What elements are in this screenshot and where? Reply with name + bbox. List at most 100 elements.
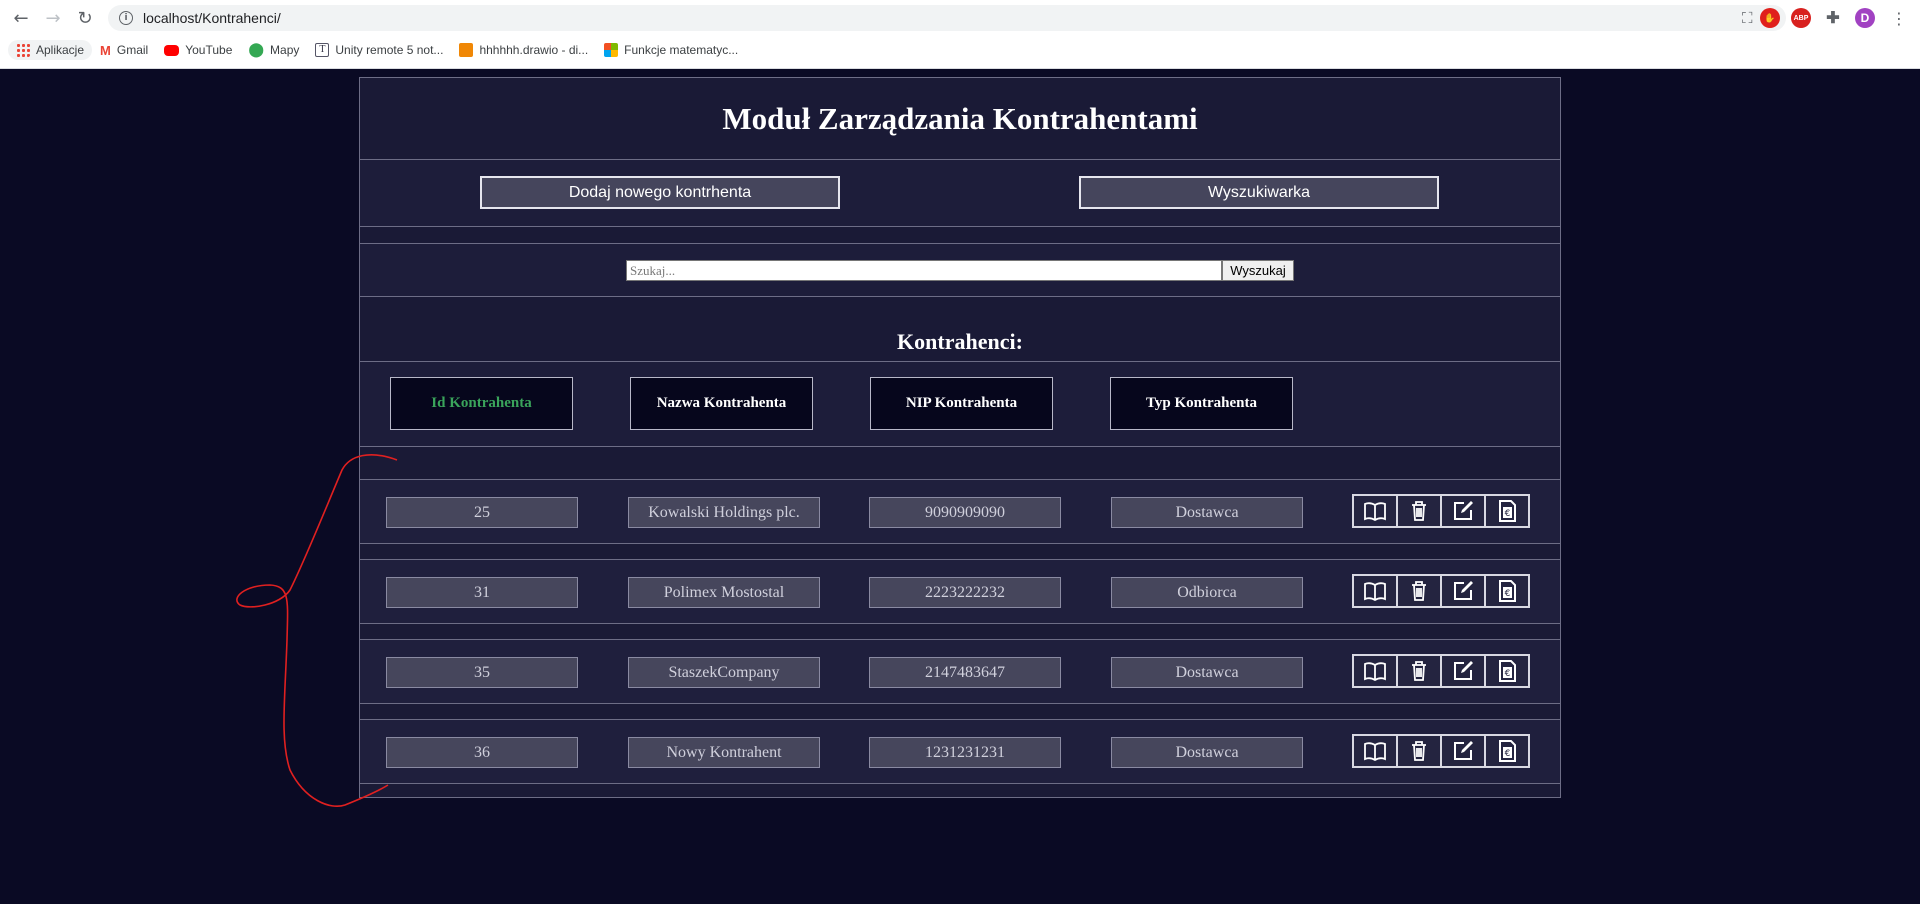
extension-adblock-icon[interactable]: ✋ [1760, 8, 1780, 28]
cell-nip: 9090909090 [869, 497, 1061, 528]
cell-id: 36 [386, 737, 578, 768]
browser-chrome: ← → ↻ i localhost/Kontrahenci/ ⛶ ☆ ✋ ABP… [0, 0, 1920, 69]
book-icon [1364, 582, 1386, 602]
table-row: 36 Nowy Kontrahent 1231231231 Dostawca € [360, 719, 1560, 784]
column-header-name[interactable]: Nazwa Kontrahenta [630, 377, 813, 430]
bookmark-youtube[interactable]: YouTube [156, 40, 240, 60]
svg-text:€: € [1505, 669, 1511, 679]
column-header-id[interactable]: Id Kontrahenta [390, 377, 573, 430]
delete-button[interactable] [1396, 494, 1442, 528]
invoice-button[interactable]: € [1484, 734, 1530, 768]
search-engine-button[interactable]: Wyszukiwarka [1079, 176, 1439, 209]
maps-pin-icon: ⬤ [248, 42, 265, 58]
cell-id: 35 [386, 657, 578, 688]
bookmark-label: hhhhhh.drawio - di... [479, 43, 589, 57]
trash-icon [1412, 501, 1426, 521]
cell-nip: 1231231231 [869, 737, 1061, 768]
extension-abp-icon[interactable]: ABP [1791, 8, 1811, 28]
view-button[interactable] [1352, 494, 1398, 528]
invoice-button[interactable]: € [1484, 574, 1530, 608]
view-button[interactable] [1352, 574, 1398, 608]
invoice-icon: € [1499, 580, 1516, 602]
back-icon[interactable]: ← [10, 7, 32, 29]
edit-icon [1454, 661, 1473, 680]
invoice-icon: € [1499, 740, 1516, 762]
edit-icon [1454, 581, 1473, 600]
edit-button[interactable] [1440, 494, 1486, 528]
address-bar[interactable]: i localhost/Kontrahenci/ ⛶ ☆ [108, 5, 1786, 31]
extensions-puzzle-icon[interactable]: ✚ [1823, 8, 1843, 28]
cell-type: Dostawca [1111, 657, 1303, 688]
bookmark-funkcje[interactable]: Funkcje matematyc... [596, 40, 746, 60]
book-icon [1364, 662, 1386, 682]
view-button[interactable] [1352, 654, 1398, 688]
bookmark-maps[interactable]: ⬤ Mapy [240, 39, 307, 61]
svg-text:€: € [1505, 749, 1511, 759]
profile-avatar[interactable]: D [1855, 8, 1875, 28]
bookmark-apps[interactable]: Aplikacje [8, 40, 93, 60]
microsoft-icon [604, 43, 619, 57]
invoice-button[interactable]: € [1484, 654, 1530, 688]
cell-id: 31 [386, 577, 578, 608]
gmail-icon: M [100, 42, 111, 58]
cell-name: Nowy Kontrahent [628, 737, 820, 768]
column-header-type[interactable]: Typ Kontrahenta [1110, 377, 1293, 430]
edit-button[interactable] [1440, 734, 1486, 768]
edit-button[interactable] [1440, 654, 1486, 688]
cell-name: StaszekCompany [628, 657, 820, 688]
drawio-icon [459, 43, 474, 57]
invoice-icon: € [1499, 500, 1516, 522]
bookmark-unity[interactable]: T Unity remote 5 not... [307, 40, 451, 60]
search-input[interactable]: Szukaj... [626, 260, 1222, 281]
bookmark-gmail[interactable]: M Gmail [92, 40, 156, 61]
url-text: localhost/Kontrahenci/ [143, 10, 281, 26]
bookmark-label: Unity remote 5 not... [335, 43, 444, 57]
book-icon [1364, 742, 1386, 762]
cell-name: Polimex Mostostal [628, 577, 820, 608]
svg-text:€: € [1505, 589, 1511, 599]
delete-button[interactable] [1396, 574, 1442, 608]
table-row: 25 Kowalski Holdings plc. 9090909090 Dos… [360, 479, 1560, 544]
cell-nip: 2147483647 [869, 657, 1061, 688]
delete-button[interactable] [1396, 654, 1442, 688]
column-header-nip[interactable]: NIP Kontrahenta [870, 377, 1053, 430]
search-placeholder: Szukaj... [630, 262, 676, 278]
abp-label: ABP [1793, 14, 1809, 22]
table-row: 35 StaszekCompany 2147483647 Dostawca € [360, 639, 1560, 704]
cell-name: Kowalski Holdings plc. [628, 497, 820, 528]
bookmark-label: Mapy [270, 43, 300, 57]
forward-icon[interactable]: → [42, 7, 64, 29]
delete-button[interactable] [1396, 734, 1442, 768]
bookmark-label: YouTube [185, 43, 233, 57]
add-contractor-button[interactable]: Dodaj nowego kontrhenta [480, 176, 840, 209]
cell-id: 25 [386, 497, 578, 528]
bookmarks-bar: Aplikacje M Gmail YouTube ⬤ Mapy T Unity… [8, 38, 746, 62]
edit-button[interactable] [1440, 574, 1486, 608]
svg-text:€: € [1505, 509, 1511, 519]
trash-icon [1412, 661, 1426, 681]
translate-icon[interactable]: ⛶ [1742, 9, 1753, 27]
bookmark-label: Aplikacje [36, 43, 85, 57]
invoice-icon: € [1499, 660, 1516, 682]
youtube-icon [164, 44, 180, 56]
apps-grid-icon [16, 43, 30, 57]
edit-icon [1454, 501, 1473, 520]
cell-type: Dostawca [1111, 737, 1303, 768]
cell-type: Odbiorca [1111, 577, 1303, 608]
site-info-icon[interactable]: i [119, 11, 133, 25]
book-icon [1364, 502, 1386, 522]
profile-initial: D [1860, 11, 1870, 25]
edit-icon [1454, 741, 1473, 760]
page-title: Moduł Zarządzania Kontrahentami [360, 78, 1560, 159]
unity-page-icon: T [315, 43, 330, 57]
cell-type: Dostawca [1111, 497, 1303, 528]
menu-kebab-icon[interactable]: ⋮ [1888, 7, 1910, 29]
cell-nip: 2223222232 [869, 577, 1061, 608]
view-button[interactable] [1352, 734, 1398, 768]
bookmark-drawio[interactable]: hhhhhh.drawio - di... [451, 40, 596, 60]
table-row: 31 Polimex Mostostal 2223222232 Odbiorca… [360, 559, 1560, 624]
invoice-button[interactable]: € [1484, 494, 1530, 528]
bookmark-label: Gmail [116, 43, 149, 57]
reload-icon[interactable]: ↻ [74, 7, 96, 29]
search-button[interactable]: Wyszukaj [1222, 260, 1294, 281]
